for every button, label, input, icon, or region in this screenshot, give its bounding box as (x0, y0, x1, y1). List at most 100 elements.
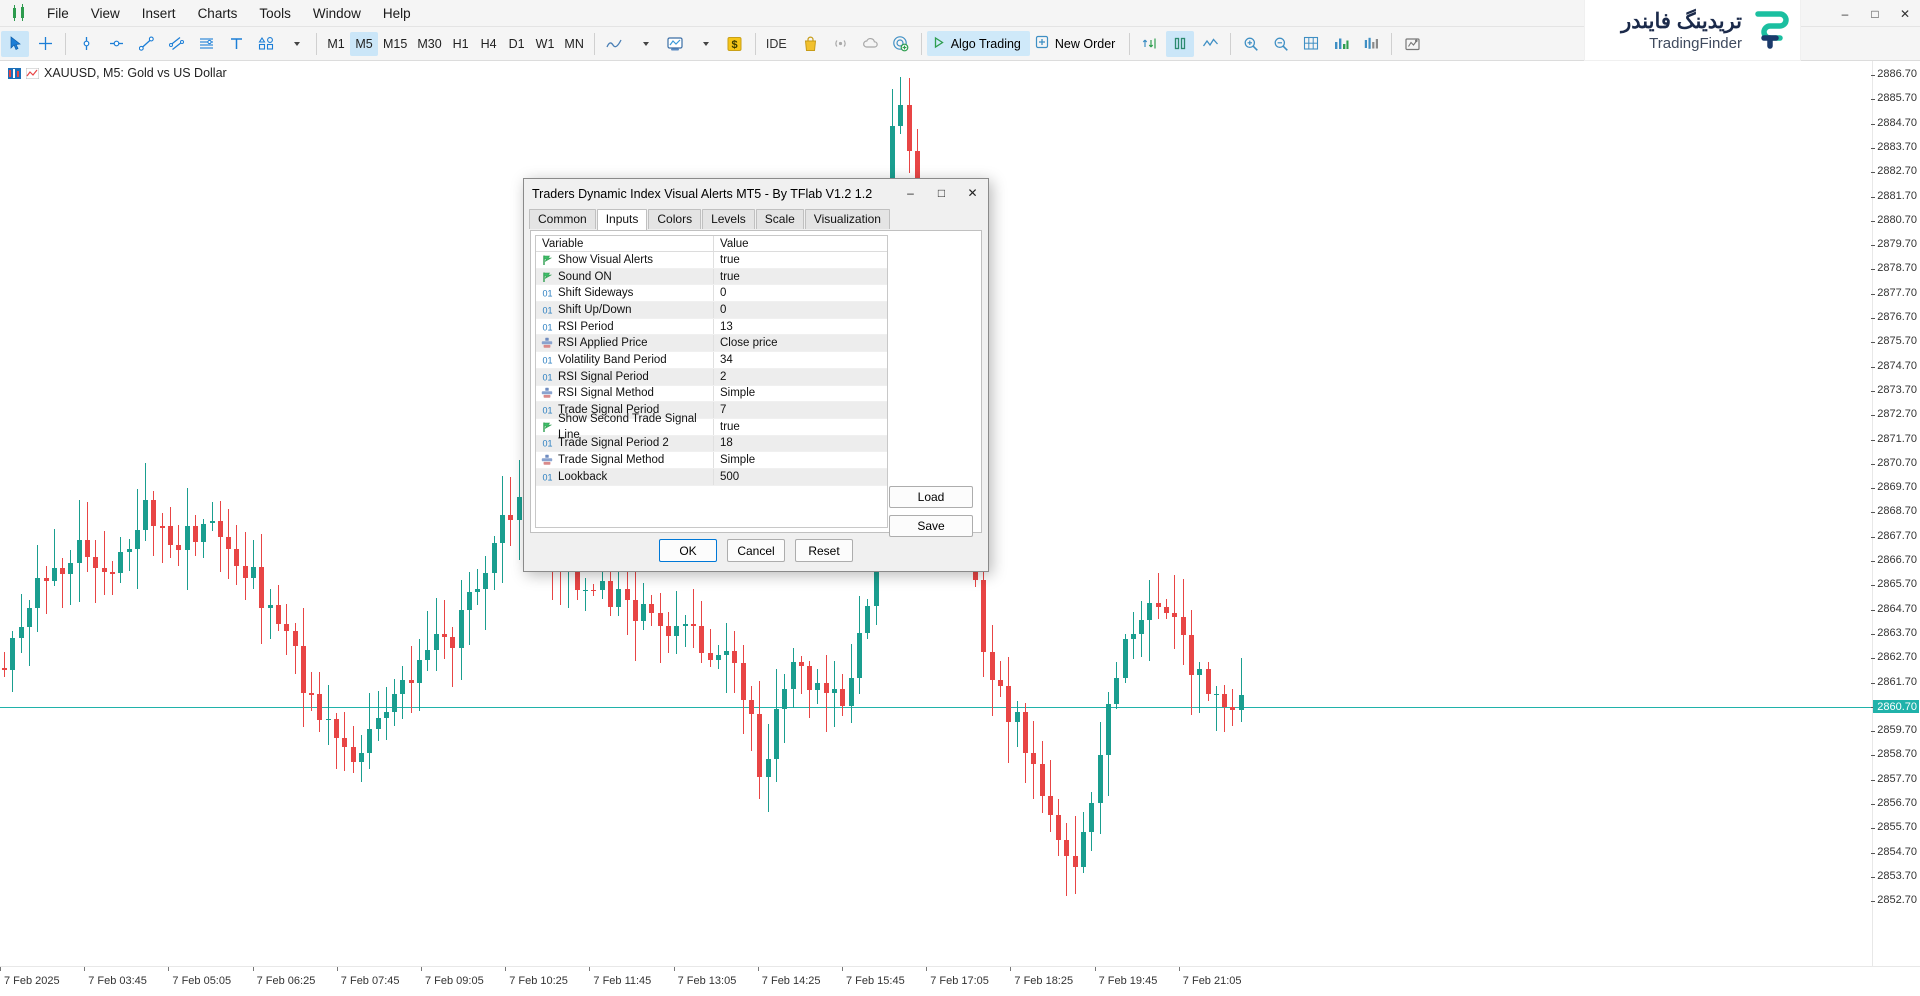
parameter-value[interactable]: Close price (714, 337, 887, 349)
menu-file[interactable]: File (36, 2, 80, 25)
trendline-tool[interactable] (132, 31, 160, 57)
parameter-row[interactable]: RSI Applied PriceClose price (536, 335, 887, 352)
timeframe-mn[interactable]: MN (559, 32, 588, 56)
line-chart-icon[interactable] (601, 31, 629, 57)
parameter-value[interactable]: 7 (714, 404, 887, 416)
algo-trading-button[interactable]: Algo Trading (927, 31, 1030, 56)
vertical-line-tool[interactable] (72, 31, 100, 57)
objects-icon[interactable] (1357, 31, 1385, 57)
price-label: 2864.70 (1877, 603, 1917, 615)
parameter-value[interactable]: 34 (714, 354, 887, 366)
timeframe-m15[interactable]: M15 (378, 32, 412, 56)
text-tool[interactable] (222, 31, 250, 57)
shapes-dropdown-arrow[interactable] (282, 31, 310, 57)
candle-wick (693, 589, 694, 648)
parameter-value[interactable]: true (714, 421, 887, 433)
load-button[interactable]: Load (889, 486, 973, 508)
dialog-titlebar[interactable]: Traders Dynamic Index Visual Alerts MT5 … (524, 179, 988, 209)
parameter-value[interactable]: 2 (714, 371, 887, 383)
market-bag-icon[interactable] (797, 31, 825, 57)
tab-levels[interactable]: Levels (702, 209, 755, 229)
bars-icon[interactable] (1166, 31, 1194, 57)
dialog-minimize-button[interactable]: – (895, 179, 926, 207)
cancel-button[interactable]: Cancel (727, 539, 785, 562)
parameter-value[interactable]: 18 (714, 437, 887, 449)
parameter-value[interactable]: true (714, 254, 887, 266)
maximize-button[interactable]: □ (1860, 0, 1890, 27)
magnifier-minus-icon[interactable] (1267, 31, 1295, 57)
parameter-row[interactable]: 01Trade Signal Period 218 (536, 436, 887, 453)
dialog-maximize-button[interactable]: □ (926, 179, 957, 207)
cursor-tool[interactable] (1, 31, 29, 57)
new-order-button[interactable]: New Order (1030, 31, 1124, 56)
parameter-row[interactable]: RSI Signal MethodSimple (536, 386, 887, 403)
parameter-row[interactable]: Sound ONtrue (536, 269, 887, 286)
save-button[interactable]: Save (889, 515, 973, 537)
parameter-row[interactable]: Trade Signal MethodSimple (536, 452, 887, 469)
autoscroll-icon[interactable] (1196, 31, 1224, 57)
horizontal-line-tool[interactable] (102, 31, 130, 57)
parameters-grid[interactable]: Variable Value Show Visual AlertstrueSou… (535, 235, 888, 528)
parameter-row[interactable]: 01Shift Up/Down0 (536, 302, 887, 319)
bar-chart-icon[interactable] (661, 31, 689, 57)
menu-tools[interactable]: Tools (248, 2, 302, 25)
grid-icon[interactable] (1297, 31, 1325, 57)
tab-scale[interactable]: Scale (756, 209, 804, 229)
minimize-button[interactable]: – (1830, 0, 1860, 27)
shapes-tool[interactable] (252, 31, 280, 57)
templates-icon[interactable] (1398, 31, 1426, 57)
ide-button[interactable]: IDE (761, 31, 796, 56)
parameter-row[interactable]: Show Second Trade Signal Linetrue (536, 419, 887, 436)
menu-insert[interactable]: Insert (131, 2, 187, 25)
parameter-value[interactable]: 13 (714, 321, 887, 333)
tab-colors[interactable]: Colors (648, 209, 701, 229)
tab-common[interactable]: Common (529, 209, 596, 229)
parameter-row[interactable]: 01Volatility Band Period34 (536, 352, 887, 369)
channel-tool[interactable] (162, 31, 190, 57)
bar-chart-dropdown-arrow[interactable] (691, 31, 719, 57)
ok-button[interactable]: OK (659, 539, 717, 562)
timeframe-w1[interactable]: W1 (531, 32, 560, 56)
parameter-row[interactable]: 01Lookback500 (536, 469, 887, 486)
indicator-properties-dialog[interactable]: Traders Dynamic Index Visual Alerts MT5 … (523, 178, 989, 572)
line-chart-dropdown-arrow[interactable] (631, 31, 659, 57)
timeframe-h1[interactable]: H1 (447, 32, 475, 56)
indicators-icon[interactable] (1327, 31, 1355, 57)
parameter-value[interactable]: 0 (714, 287, 887, 299)
price-axis[interactable]: 2886.702885.702884.702883.702882.702881.… (1872, 61, 1920, 966)
reset-button[interactable]: Reset (795, 539, 853, 562)
menu-help[interactable]: Help (372, 2, 422, 25)
parameter-value[interactable]: true (714, 271, 887, 283)
vps-icon[interactable] (887, 31, 915, 57)
dialog-close-button[interactable]: ✕ (957, 179, 988, 207)
menu-view[interactable]: View (80, 2, 131, 25)
currency-icon[interactable]: $ (721, 31, 749, 57)
tab-visualization[interactable]: Visualization (805, 209, 890, 229)
candle-body (616, 589, 621, 607)
parameter-value[interactable]: Simple (714, 454, 887, 466)
tab-inputs[interactable]: Inputs (597, 209, 648, 230)
parameter-row[interactable]: Show Visual Alertstrue (536, 252, 887, 269)
timeframe-m5[interactable]: M5 (350, 32, 378, 56)
close-button[interactable]: ✕ (1890, 0, 1920, 27)
parameter-row[interactable]: 01Shift Sideways0 (536, 285, 887, 302)
crosshair-tool[interactable] (31, 31, 59, 57)
parameter-value[interactable]: 500 (714, 471, 887, 483)
menu-charts[interactable]: Charts (187, 2, 249, 25)
time-axis[interactable]: 7 Feb 20257 Feb 03:457 Feb 05:057 Feb 06… (0, 966, 1920, 996)
symbol-badge-icon (8, 68, 21, 79)
timeframe-h4[interactable]: H4 (475, 32, 503, 56)
parameter-value[interactable]: Simple (714, 387, 887, 399)
parameter-row[interactable]: 01RSI Signal Period2 (536, 369, 887, 386)
magnifier-plus-icon[interactable] (1237, 31, 1265, 57)
parameter-value[interactable]: 0 (714, 304, 887, 316)
parameter-row[interactable]: 01RSI Period13 (536, 319, 887, 336)
shift-end-icon[interactable] (1136, 31, 1164, 57)
timeframe-m30[interactable]: M30 (412, 32, 446, 56)
fibonacci-tool[interactable] (192, 31, 220, 57)
timeframe-m1[interactable]: M1 (322, 32, 350, 56)
timeframe-d1[interactable]: D1 (503, 32, 531, 56)
signals-icon[interactable] (827, 31, 855, 57)
cloud-icon[interactable] (857, 31, 885, 57)
menu-window[interactable]: Window (302, 2, 372, 25)
